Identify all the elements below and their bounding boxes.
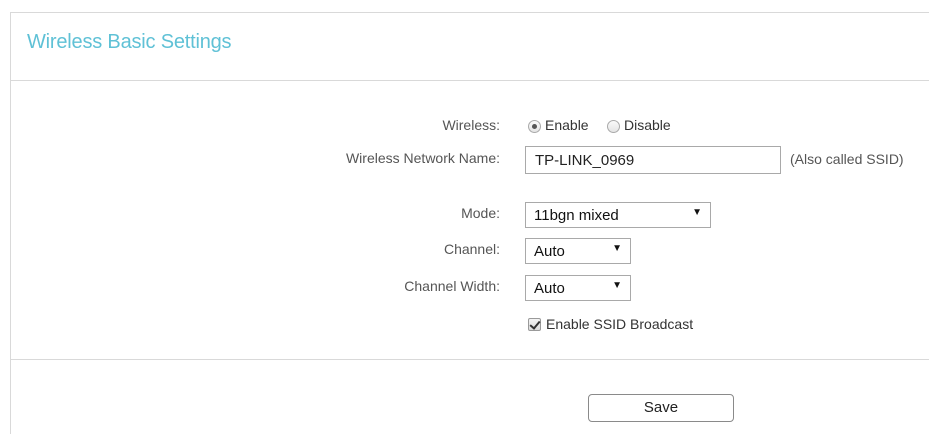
dropdown-arrow-icon: ▼ — [612, 243, 622, 254]
dropdown-arrow-icon: ▼ — [612, 280, 622, 291]
header-divider — [11, 80, 929, 81]
wireless-disable-label[interactable]: Disable — [624, 117, 671, 133]
network-name-input[interactable] — [525, 146, 781, 174]
mode-value: 11bgn mixed — [534, 207, 619, 224]
dropdown-arrow-icon: ▼ — [692, 207, 702, 218]
mode-select[interactable]: 11bgn mixed ▼ — [525, 202, 711, 228]
save-button[interactable]: Save — [588, 394, 734, 422]
footer-divider — [11, 359, 929, 360]
wireless-disable-radio[interactable] — [607, 120, 620, 133]
network-name-label: Wireless Network Name: — [345, 150, 500, 166]
channel-value: Auto — [534, 243, 565, 260]
channel-width-value: Auto — [534, 280, 565, 297]
settings-panel: Wireless Basic Settings Wireless: Enable… — [10, 12, 929, 434]
wireless-enable-label[interactable]: Enable — [545, 117, 589, 133]
channel-width-select[interactable]: Auto ▼ — [525, 275, 631, 301]
mode-label: Mode: — [461, 205, 500, 221]
ssid-broadcast-label[interactable]: Enable SSID Broadcast — [546, 316, 693, 332]
ssid-hint: (Also called SSID) — [790, 151, 904, 167]
page-title: Wireless Basic Settings — [27, 31, 232, 53]
channel-label: Channel: — [443, 241, 500, 257]
wireless-label: Wireless: — [442, 117, 500, 133]
channel-width-label: Channel Width: — [404, 278, 500, 294]
channel-select[interactable]: Auto ▼ — [525, 238, 631, 264]
wireless-enable-radio[interactable] — [528, 120, 541, 133]
ssid-broadcast-checkbox[interactable] — [528, 318, 541, 331]
